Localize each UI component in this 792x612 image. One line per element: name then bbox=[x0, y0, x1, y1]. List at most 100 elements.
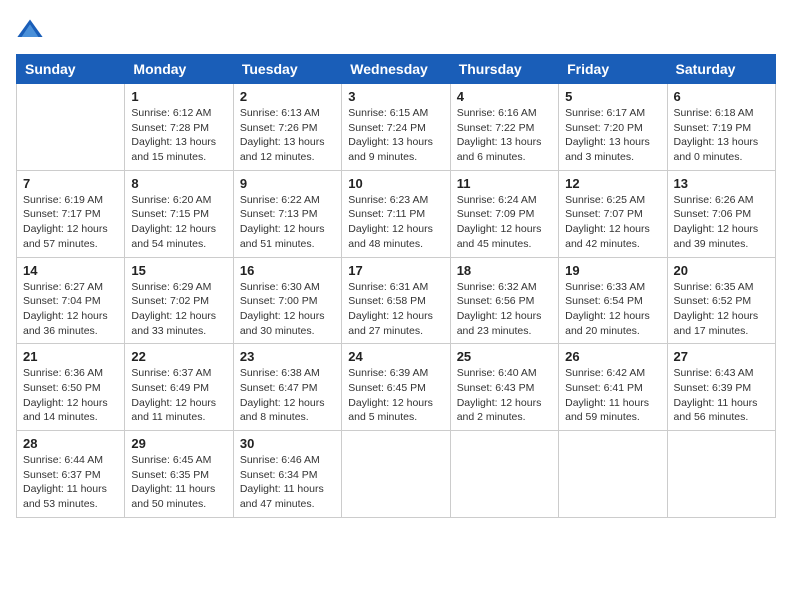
day-info: Sunrise: 6:12 AM Sunset: 7:28 PM Dayligh… bbox=[131, 106, 226, 165]
calendar-day-cell: 22 Sunrise: 6:37 AM Sunset: 6:49 PM Dayli… bbox=[125, 344, 233, 431]
day-number: 9 bbox=[240, 176, 335, 191]
calendar-day-cell: 7 Sunrise: 6:19 AM Sunset: 7:17 PM Daylig… bbox=[17, 170, 125, 257]
day-info: Sunrise: 6:19 AM Sunset: 7:17 PM Dayligh… bbox=[23, 193, 118, 252]
day-number: 1 bbox=[131, 89, 226, 104]
day-info: Sunrise: 6:36 AM Sunset: 6:50 PM Dayligh… bbox=[23, 366, 118, 425]
calendar-day-cell: 30 Sunrise: 6:46 AM Sunset: 6:34 PM Dayli… bbox=[233, 431, 341, 518]
calendar-day-cell: 27 Sunrise: 6:43 AM Sunset: 6:39 PM Dayli… bbox=[667, 344, 775, 431]
calendar-day-cell: 24 Sunrise: 6:39 AM Sunset: 6:45 PM Dayli… bbox=[342, 344, 450, 431]
calendar-day-cell: 10Sunrise: 6:23 AM Sunset: 7:11 PM Dayli… bbox=[342, 170, 450, 257]
day-number: 21 bbox=[23, 349, 118, 364]
day-info: Sunrise: 6:46 AM Sunset: 6:34 PM Dayligh… bbox=[240, 453, 335, 512]
calendar-day-cell: 9 Sunrise: 6:22 AM Sunset: 7:13 PM Daylig… bbox=[233, 170, 341, 257]
calendar-day-cell bbox=[17, 84, 125, 171]
calendar-day-cell: 20 Sunrise: 6:35 AM Sunset: 6:52 PM Dayli… bbox=[667, 257, 775, 344]
calendar-day-cell: 19Sunrise: 6:33 AM Sunset: 6:54 PM Dayli… bbox=[559, 257, 667, 344]
day-number: 3 bbox=[348, 89, 443, 104]
calendar-day-cell: 4 Sunrise: 6:16 AM Sunset: 7:22 PM Daylig… bbox=[450, 84, 558, 171]
day-info: Sunrise: 6:38 AM Sunset: 6:47 PM Dayligh… bbox=[240, 366, 335, 425]
day-number: 22 bbox=[131, 349, 226, 364]
calendar-day-cell: 11 Sunrise: 6:24 AM Sunset: 7:09 PM Dayli… bbox=[450, 170, 558, 257]
day-info: Sunrise: 6:15 AM Sunset: 7:24 PM Dayligh… bbox=[348, 106, 443, 165]
day-number: 12 bbox=[565, 176, 660, 191]
day-of-week-header: Wednesday bbox=[342, 55, 450, 84]
day-info: Sunrise: 6:23 AM Sunset: 7:11 PM Dayligh… bbox=[348, 193, 443, 252]
day-info: Sunrise: 6:33 AM Sunset: 6:54 PM Dayligh… bbox=[565, 280, 660, 339]
day-info: Sunrise: 6:16 AM Sunset: 7:22 PM Dayligh… bbox=[457, 106, 552, 165]
day-number: 30 bbox=[240, 436, 335, 451]
day-number: 7 bbox=[23, 176, 118, 191]
day-info: Sunrise: 6:40 AM Sunset: 6:43 PM Dayligh… bbox=[457, 366, 552, 425]
calendar-day-cell: 16 Sunrise: 6:30 AM Sunset: 7:00 PM Dayli… bbox=[233, 257, 341, 344]
calendar-day-cell: 6 Sunrise: 6:18 AM Sunset: 7:19 PM Daylig… bbox=[667, 84, 775, 171]
calendar-table: SundayMondayTuesdayWednesdayThursdayFrid… bbox=[16, 54, 776, 518]
calendar-day-cell: 29 Sunrise: 6:45 AM Sunset: 6:35 PM Dayli… bbox=[125, 431, 233, 518]
day-of-week-header: Sunday bbox=[17, 55, 125, 84]
calendar-day-cell: 5 Sunrise: 6:17 AM Sunset: 7:20 PM Daylig… bbox=[559, 84, 667, 171]
day-number: 14 bbox=[23, 263, 118, 278]
day-number: 5 bbox=[565, 89, 660, 104]
calendar-week-row: 21 Sunrise: 6:36 AM Sunset: 6:50 PM Dayli… bbox=[17, 344, 776, 431]
logo bbox=[16, 16, 48, 44]
day-info: Sunrise: 6:17 AM Sunset: 7:20 PM Dayligh… bbox=[565, 106, 660, 165]
day-number: 28 bbox=[23, 436, 118, 451]
day-number: 2 bbox=[240, 89, 335, 104]
day-info: Sunrise: 6:13 AM Sunset: 7:26 PM Dayligh… bbox=[240, 106, 335, 165]
day-info: Sunrise: 6:20 AM Sunset: 7:15 PM Dayligh… bbox=[131, 193, 226, 252]
day-info: Sunrise: 6:29 AM Sunset: 7:02 PM Dayligh… bbox=[131, 280, 226, 339]
day-of-week-header: Thursday bbox=[450, 55, 558, 84]
calendar-day-cell: 3 Sunrise: 6:15 AM Sunset: 7:24 PM Daylig… bbox=[342, 84, 450, 171]
day-info: Sunrise: 6:45 AM Sunset: 6:35 PM Dayligh… bbox=[131, 453, 226, 512]
day-info: Sunrise: 6:25 AM Sunset: 7:07 PM Dayligh… bbox=[565, 193, 660, 252]
day-info: Sunrise: 6:22 AM Sunset: 7:13 PM Dayligh… bbox=[240, 193, 335, 252]
calendar-day-cell bbox=[559, 431, 667, 518]
calendar-week-row: 28 Sunrise: 6:44 AM Sunset: 6:37 PM Dayli… bbox=[17, 431, 776, 518]
calendar-day-cell: 21 Sunrise: 6:36 AM Sunset: 6:50 PM Dayli… bbox=[17, 344, 125, 431]
day-of-week-header: Saturday bbox=[667, 55, 775, 84]
calendar-day-cell: 17 Sunrise: 6:31 AM Sunset: 6:58 PM Dayli… bbox=[342, 257, 450, 344]
calendar-day-cell bbox=[342, 431, 450, 518]
calendar-day-cell: 23 Sunrise: 6:38 AM Sunset: 6:47 PM Dayli… bbox=[233, 344, 341, 431]
day-number: 15 bbox=[131, 263, 226, 278]
calendar-week-row: 7 Sunrise: 6:19 AM Sunset: 7:17 PM Daylig… bbox=[17, 170, 776, 257]
day-number: 17 bbox=[348, 263, 443, 278]
day-info: Sunrise: 6:44 AM Sunset: 6:37 PM Dayligh… bbox=[23, 453, 118, 512]
day-number: 24 bbox=[348, 349, 443, 364]
day-info: Sunrise: 6:39 AM Sunset: 6:45 PM Dayligh… bbox=[348, 366, 443, 425]
day-number: 6 bbox=[674, 89, 769, 104]
day-number: 27 bbox=[674, 349, 769, 364]
day-number: 23 bbox=[240, 349, 335, 364]
day-number: 16 bbox=[240, 263, 335, 278]
calendar-day-cell: 15 Sunrise: 6:29 AM Sunset: 7:02 PM Dayli… bbox=[125, 257, 233, 344]
day-info: Sunrise: 6:35 AM Sunset: 6:52 PM Dayligh… bbox=[674, 280, 769, 339]
day-info: Sunrise: 6:42 AM Sunset: 6:41 PM Dayligh… bbox=[565, 366, 660, 425]
day-info: Sunrise: 6:31 AM Sunset: 6:58 PM Dayligh… bbox=[348, 280, 443, 339]
calendar-header-row: SundayMondayTuesdayWednesdayThursdayFrid… bbox=[17, 55, 776, 84]
day-number: 25 bbox=[457, 349, 552, 364]
day-info: Sunrise: 6:18 AM Sunset: 7:19 PM Dayligh… bbox=[674, 106, 769, 165]
day-info: Sunrise: 6:26 AM Sunset: 7:06 PM Dayligh… bbox=[674, 193, 769, 252]
calendar-day-cell: 8 Sunrise: 6:20 AM Sunset: 7:15 PM Daylig… bbox=[125, 170, 233, 257]
calendar-week-row: 1 Sunrise: 6:12 AM Sunset: 7:28 PM Daylig… bbox=[17, 84, 776, 171]
day-number: 18 bbox=[457, 263, 552, 278]
calendar-day-cell bbox=[667, 431, 775, 518]
calendar-day-cell: 26Sunrise: 6:42 AM Sunset: 6:41 PM Dayli… bbox=[559, 344, 667, 431]
day-number: 4 bbox=[457, 89, 552, 104]
calendar-day-cell: 25 Sunrise: 6:40 AM Sunset: 6:43 PM Dayli… bbox=[450, 344, 558, 431]
calendar-day-cell: 12 Sunrise: 6:25 AM Sunset: 7:07 PM Dayli… bbox=[559, 170, 667, 257]
day-number: 11 bbox=[457, 176, 552, 191]
day-info: Sunrise: 6:37 AM Sunset: 6:49 PM Dayligh… bbox=[131, 366, 226, 425]
day-info: Sunrise: 6:27 AM Sunset: 7:04 PM Dayligh… bbox=[23, 280, 118, 339]
day-number: 8 bbox=[131, 176, 226, 191]
day-number: 20 bbox=[674, 263, 769, 278]
day-info: Sunrise: 6:43 AM Sunset: 6:39 PM Dayligh… bbox=[674, 366, 769, 425]
calendar-day-cell bbox=[450, 431, 558, 518]
day-of-week-header: Tuesday bbox=[233, 55, 341, 84]
logo-icon bbox=[16, 16, 44, 44]
day-of-week-header: Monday bbox=[125, 55, 233, 84]
day-info: Sunrise: 6:24 AM Sunset: 7:09 PM Dayligh… bbox=[457, 193, 552, 252]
day-number: 29 bbox=[131, 436, 226, 451]
day-number: 13 bbox=[674, 176, 769, 191]
day-of-week-header: Friday bbox=[559, 55, 667, 84]
day-info: Sunrise: 6:30 AM Sunset: 7:00 PM Dayligh… bbox=[240, 280, 335, 339]
